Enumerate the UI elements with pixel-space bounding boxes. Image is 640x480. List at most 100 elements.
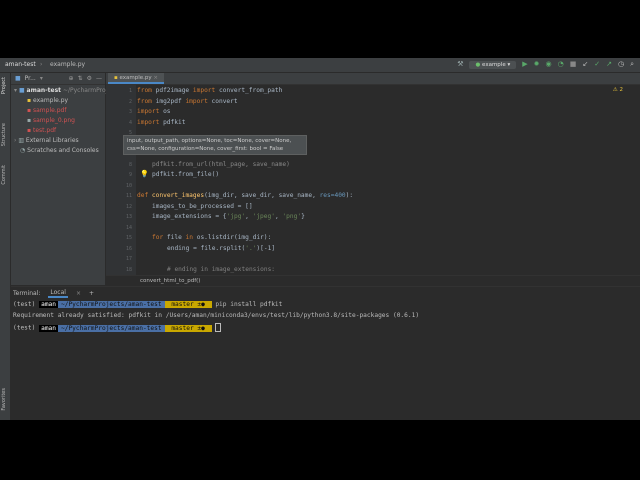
debug-icon[interactable]: ✹ <box>534 60 540 69</box>
navigation-bar: aman-test › example.py ⚒ ● example ▾ ▶ ✹… <box>0 58 640 73</box>
line-number: 2 <box>128 98 132 105</box>
tree-item-label: Scratches and Consoles <box>27 147 99 154</box>
hammer-icon[interactable]: ⚒ <box>457 60 463 69</box>
collapse-all-icon[interactable]: ⇅ <box>78 75 83 82</box>
file-name: example.py <box>33 97 69 104</box>
tree-root[interactable]: ▾ ■ aman-test ~/PycharmProjects <box>14 87 120 94</box>
vcs-update-icon[interactable]: ↙ <box>582 60 588 69</box>
code-line: ending = file.rsplit('.')[-1] <box>167 245 275 252</box>
breadcrumb-separator: › <box>40 61 43 68</box>
chevron-down-icon[interactable]: ▾ <box>40 75 43 82</box>
code-token: '.' <box>245 244 257 252</box>
line-number: 15 <box>125 235 132 241</box>
ide-window: aman-test › example.py ⚒ ● example ▾ ▶ ✹… <box>0 58 640 420</box>
line-number: 1 <box>128 88 132 94</box>
code-token: from <box>137 97 152 105</box>
code-line: import pdfkit <box>137 119 185 126</box>
locate-icon[interactable]: ⊕ <box>69 75 74 82</box>
scratch-icon: ◔ <box>20 147 26 154</box>
breadcrumb-function[interactable]: convert_html_to_pdf() <box>140 278 200 284</box>
editor-gutter: 1 2 3 4 5 6 7 8 9 10 11 12 13 14 15 16 1… <box>106 85 136 285</box>
code-token: img2pdf <box>151 97 186 105</box>
code-token: os <box>159 108 171 115</box>
prompt-git-branch: master ±● <box>164 324 212 332</box>
profile-icon[interactable]: ◔ <box>558 60 564 69</box>
folder-icon: ■ <box>18 87 25 94</box>
vcs-commit-icon[interactable]: ✓ <box>594 60 600 69</box>
code-token: 'jpg' <box>226 213 246 220</box>
code-token: convert_images <box>148 192 205 199</box>
line-number: 16 <box>125 245 132 252</box>
prompt-user: aman <box>39 324 58 332</box>
code-line-current: pdfkit.from_file() <box>152 171 219 178</box>
main-toolbar: ⚒ ● example ▾ ▶ ✹ ◉ ◔ ■ ↙ ✓ ↗ ◷ ⌕ <box>457 60 634 69</box>
line-number: 9 <box>128 172 132 178</box>
code-token: import <box>185 97 208 105</box>
tool-tab-commit[interactable]: Commit <box>1 165 7 185</box>
close-icon[interactable]: × <box>153 75 158 81</box>
tree-file-test-pdf[interactable]: ▪ test.pdf <box>27 127 56 134</box>
editor-tab-example[interactable]: ▪ example.py × <box>108 73 165 84</box>
terminal-header: Terminal: Local × + <box>11 287 640 299</box>
history-icon[interactable]: ◷ <box>618 60 624 69</box>
terminal-tab-close-icon[interactable]: × <box>76 290 81 297</box>
warning-indicator[interactable]: ⚠ 2 <box>613 87 623 93</box>
tree-item-label: External Libraries <box>25 137 79 144</box>
terminal-panel: Terminal: Local × + (test) aman ~/Pycharm… <box>11 286 640 420</box>
code-token: import <box>192 87 216 94</box>
code-editor[interactable]: ⚠ 2 from pdf2image import convert_from_p… <box>137 85 627 285</box>
tool-tab-favorites[interactable]: Favorites <box>1 388 7 411</box>
editor-tabs: ▪ example.py × <box>106 73 640 85</box>
terminal-prompt-line[interactable]: (test) aman ~/PycharmProjects/aman-test m… <box>13 323 222 332</box>
prompt-user: aman <box>39 301 58 308</box>
line-number: 10 <box>125 182 132 189</box>
code-token: os.listdir(img_dir): <box>193 234 272 241</box>
run-icon[interactable]: ▶ <box>522 60 527 69</box>
line-number: 18 <box>125 266 132 273</box>
python-file-icon: ▪ <box>27 97 32 104</box>
code-token: file <box>163 234 186 241</box>
coverage-icon[interactable]: ◉ <box>546 60 552 69</box>
lightbulb-icon[interactable]: 💡 <box>140 170 149 178</box>
code-token: pdfkit <box>159 118 186 126</box>
line-number: 3 <box>128 109 132 115</box>
line-number: 17 <box>125 256 132 262</box>
tree-file-sample-pdf[interactable]: ▪ sample.pdf <box>27 107 66 114</box>
code-token: pdf2image <box>151 87 193 94</box>
gear-icon[interactable]: ⚙ <box>87 75 92 82</box>
folder-icon: ■ <box>15 75 21 82</box>
tool-tab-project[interactable]: Project <box>1 77 7 94</box>
tooltip-line: input, output_path, options=None, toc=No… <box>127 138 292 144</box>
project-panel: ■ Pr... ▾ ⊕ ⇅ ⚙ — ▾ ■ aman-test ~/Pychar… <box>11 73 120 285</box>
terminal-prompt-line: (test) aman ~/PycharmProjects/aman-test m… <box>13 301 282 308</box>
prompt-path: ~/PycharmProjects/aman-test <box>58 301 165 308</box>
tree-file-sample-png[interactable]: ▪ sample_0.png <box>27 117 75 124</box>
code-token: res=400 <box>319 192 346 199</box>
code-line: pdfkit.from_url(html_page, save_name) <box>152 160 290 168</box>
line-number: 11 <box>125 193 132 199</box>
vcs-push-icon[interactable]: ↗ <box>606 60 612 69</box>
editor-breadcrumb: convert_html_to_pdf() <box>106 275 640 286</box>
tree-file-example[interactable]: ▪ example.py <box>27 97 68 104</box>
expand-arrow-icon: › <box>14 137 17 144</box>
search-everywhere-icon[interactable]: ⌕ <box>630 60 634 69</box>
breadcrumb-file[interactable]: example.py <box>50 61 85 68</box>
hide-icon[interactable]: — <box>96 75 105 82</box>
tool-tab-structure[interactable]: Structure <box>1 123 7 146</box>
prompt-env: (test) <box>13 301 36 308</box>
code-token: image_extensions = { <box>152 213 227 220</box>
code-token: for <box>152 234 164 241</box>
stop-icon[interactable]: ■ <box>570 60 577 69</box>
line-number: 14 <box>125 224 132 231</box>
terminal-tab-local[interactable]: Local <box>48 289 68 298</box>
tree-external-libraries[interactable]: › ▥ External Libraries <box>14 137 79 144</box>
project-view-selector[interactable]: Pr... <box>25 75 36 82</box>
code-token: 'png' <box>282 213 302 220</box>
new-terminal-button[interactable]: + <box>89 290 94 297</box>
tree-scratches[interactable]: ◔ Scratches and Consoles <box>20 147 99 154</box>
breadcrumb-project[interactable]: aman-test <box>5 61 36 68</box>
code-line: from img2pdf import convert <box>137 98 238 105</box>
code-token: } <box>301 213 305 220</box>
library-icon: ▥ <box>18 137 24 144</box>
run-configuration-select[interactable]: ● example ▾ <box>469 60 517 69</box>
